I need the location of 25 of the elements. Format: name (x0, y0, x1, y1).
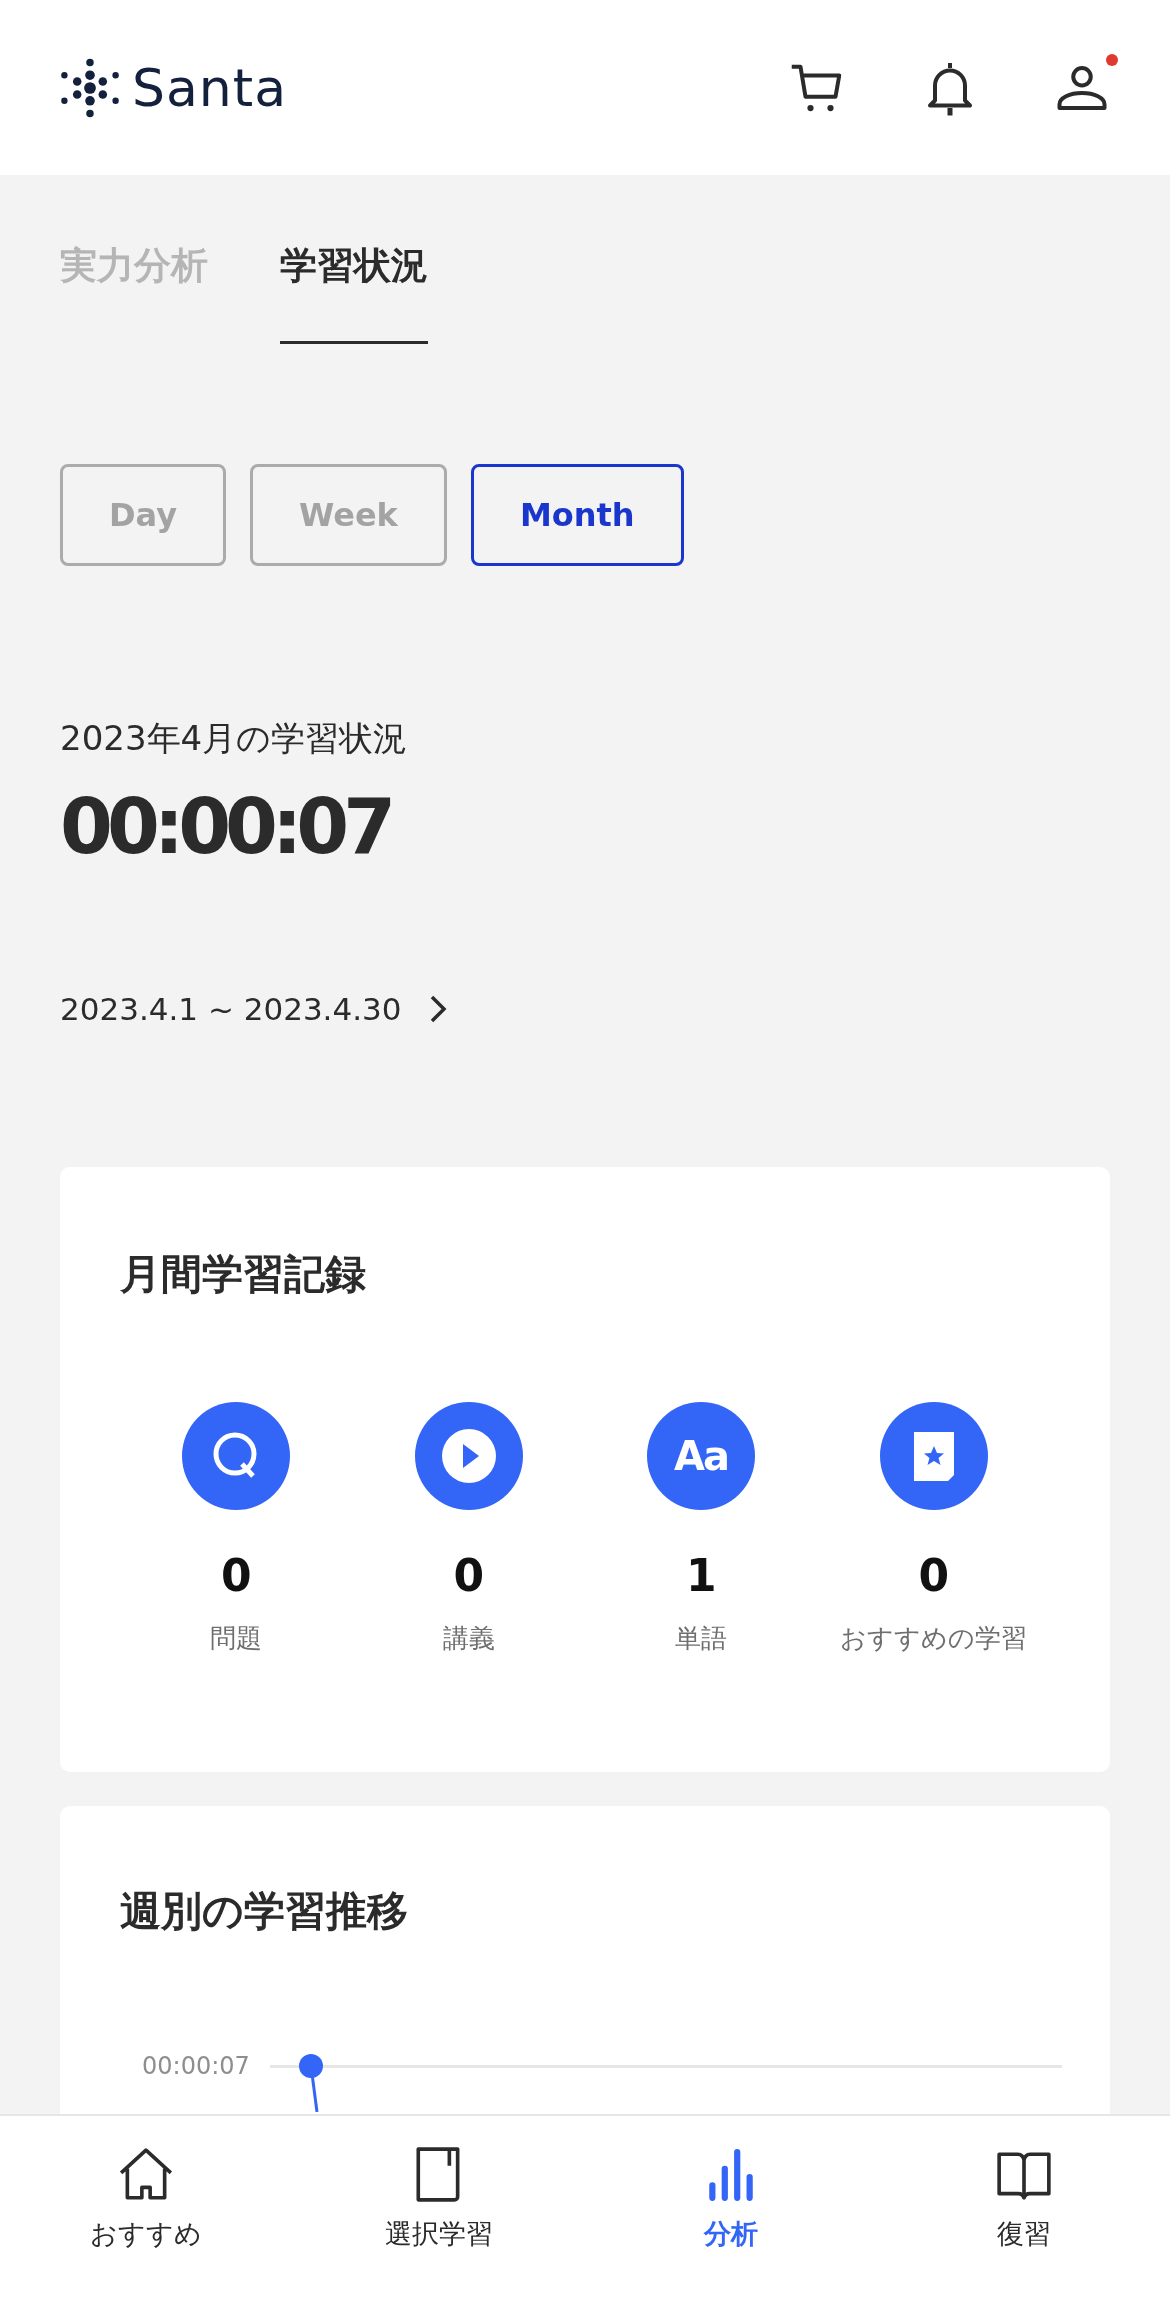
play-icon (414, 1402, 523, 1510)
nav-item[interactable]: 分析 (585, 2116, 878, 2306)
stat-count: 0 (453, 1550, 485, 1601)
letters-icon: Aa (647, 1402, 756, 1510)
card-title: 週別の学習推移 (119, 1886, 409, 1937)
summary-title: 2023年4月の学習状況 (59, 717, 409, 760)
stat-count: 0 (220, 1550, 252, 1601)
star-page-icon (879, 1402, 988, 1510)
nav-item[interactable]: 選択学習 (292, 2116, 585, 2306)
stat-label: 講義 (442, 1622, 495, 1655)
card-title: 月間学習記録 (119, 1249, 367, 1300)
total-time: 00:00:07 (59, 781, 392, 871)
stat-count: 0 (918, 1550, 950, 1601)
nav-item[interactable]: おすすめ (0, 2116, 293, 2306)
q-icon (182, 1402, 291, 1510)
period-button[interactable]: Month (470, 464, 684, 566)
axis-label: 00:00:07 (142, 2051, 250, 2082)
stat-label: おすすめの学習 (840, 1622, 1028, 1655)
tab[interactable]: 学習状況 (280, 241, 428, 344)
date-range-link[interactable]: 2023.4.1 ~ 2023.4.30 (60, 991, 448, 1027)
stat-count: 1 (685, 1550, 717, 1601)
stat-label: 問題 (210, 1622, 263, 1655)
logo-text: Santa (132, 57, 288, 118)
stat-label: 単語 (675, 1622, 728, 1655)
nav-item[interactable]: 復習 (877, 2116, 1170, 2306)
